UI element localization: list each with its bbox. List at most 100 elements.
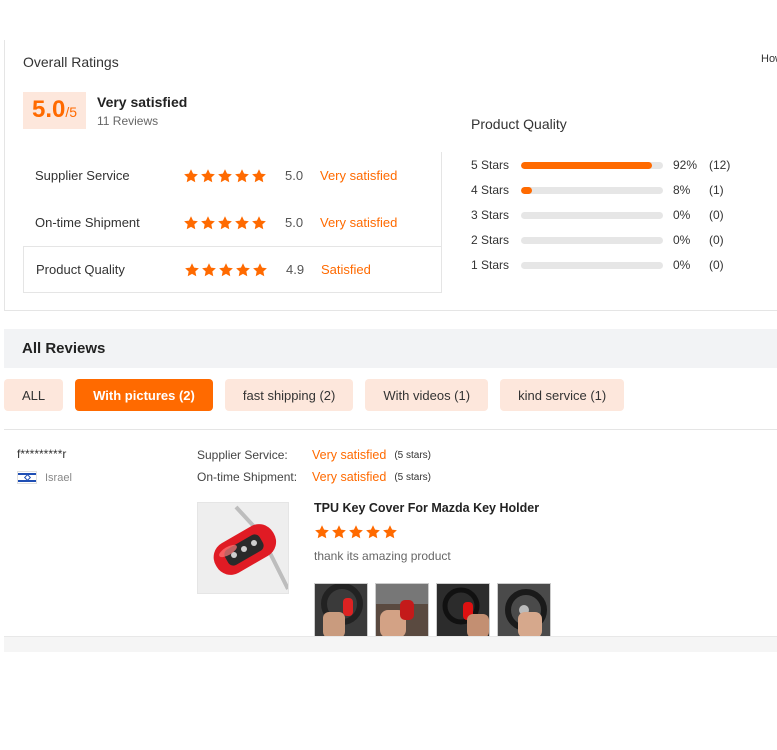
distribution-percent: 0% [673, 233, 691, 247]
dimension-score: 4.9 [286, 262, 305, 277]
overall-score-badge: 5.0 /5 [23, 92, 86, 129]
all-reviews-header: All Reviews [4, 329, 777, 368]
star-icon [234, 215, 250, 231]
star-icon [200, 168, 216, 184]
filter-fast-shipping[interactable]: fast shipping (2) [224, 379, 354, 411]
reviews-page: Overall Ratings How 5.0 /5 Very satisfie… [0, 0, 777, 750]
star-icon [382, 524, 398, 540]
filter-all[interactable]: ALL [4, 379, 64, 411]
star-icon [217, 168, 233, 184]
dimension-text: Very satisfied [320, 215, 398, 230]
country-name: Israel [45, 471, 72, 484]
star-icon [348, 524, 364, 540]
review-photo-1[interactable] [314, 583, 368, 637]
distribution-percent: 0% [673, 208, 691, 222]
star-icon [365, 524, 381, 540]
dimension-text: Satisfied [321, 262, 371, 277]
review-photo-4[interactable] [497, 583, 551, 637]
distribution-row-4: 4 Stars 8% (1) [471, 179, 761, 204]
reviewer-country: Israel [17, 471, 72, 484]
dimension-score: 5.0 [285, 215, 304, 230]
distribution-row-2: 2 Stars 0% (0) [471, 229, 761, 254]
star-icon [201, 262, 217, 278]
dimension-score: 5.0 [285, 168, 304, 183]
star-icon [200, 215, 216, 231]
reviewer-name: f*********r [17, 447, 67, 461]
dimension-row-product-quality[interactable]: Product Quality 4.9 Satisfied [23, 246, 441, 293]
star-icon [314, 524, 330, 540]
distribution-bar-fill [521, 187, 533, 194]
distribution-row-5: 5 Stars 92% (12) [471, 154, 761, 179]
distribution-count: (0) [709, 233, 724, 247]
distribution-bar [521, 162, 663, 169]
review-star-rating [314, 524, 398, 540]
star-icon [252, 262, 268, 278]
review-photo-3[interactable] [436, 583, 490, 637]
dimension-label: Supplier Service [35, 168, 130, 183]
filter-with-videos[interactable]: With videos (1) [365, 379, 489, 411]
distribution-label: 5 Stars [471, 158, 510, 172]
distribution-bar [521, 237, 663, 244]
distribution-count: (0) [709, 258, 724, 272]
shipment-rating: On-time Shipment: Very satisfied (5 star… [197, 470, 431, 484]
distribution-label: 4 Stars [471, 183, 510, 197]
star-rating [184, 262, 268, 278]
star-icon [251, 168, 267, 184]
supplier-service-stars: (5 stars) [394, 449, 432, 461]
key-cover-image [198, 503, 288, 593]
distribution-percent: 92% [673, 158, 698, 172]
israel-flag-icon [17, 471, 37, 484]
dimension-row-on-time-shipment: On-time Shipment 5.0 Very satisfied [23, 199, 441, 246]
product-name[interactable]: TPU Key Cover For Mazda Key Holder [314, 501, 539, 515]
distribution-label: 1 Stars [471, 258, 510, 272]
star-rating [183, 168, 267, 184]
product-thumbnail[interactable] [197, 502, 289, 594]
supplier-service-rating: Supplier Service: Very satisfied (5 star… [197, 448, 431, 462]
overall-satisfaction: Very satisfied [97, 94, 188, 110]
overall-score-max: /5 [65, 104, 78, 120]
distribution-row-1: 1 Stars 0% (0) [471, 254, 761, 279]
divider [4, 429, 777, 430]
star-icon [234, 168, 250, 184]
star-icon [217, 215, 233, 231]
dimension-label: On-time Shipment [35, 215, 140, 230]
review-text: thank its amazing product [314, 549, 451, 563]
shipment-stars: (5 stars) [394, 471, 432, 483]
review-photo-2[interactable] [375, 583, 429, 637]
distribution-row-3: 3 Stars 0% (0) [471, 204, 761, 229]
star-icon [251, 215, 267, 231]
review-count: 11 Reviews [97, 114, 159, 128]
distribution-label: 3 Stars [471, 208, 510, 222]
review-photos [314, 583, 551, 637]
distribution-percent: 8% [673, 183, 691, 197]
star-icon [184, 262, 200, 278]
section-footer [4, 636, 777, 652]
shipment-label: On-time Shipment: [197, 470, 298, 484]
star-icon [183, 168, 199, 184]
shipment-value: Very satisfied [312, 470, 387, 484]
corner-link[interactable]: How [761, 53, 777, 65]
review-filters: ALL With pictures (2) fast shipping (2) … [4, 379, 625, 411]
dimension-ratings: Supplier Service 5.0 Very satisfied On-t… [23, 152, 442, 293]
distribution-bar [521, 262, 663, 269]
filter-with-pictures[interactable]: With pictures (2) [75, 379, 213, 411]
star-icon [183, 215, 199, 231]
distribution-percent: 0% [673, 258, 691, 272]
distribution-count: (0) [709, 208, 724, 222]
distribution-bar [521, 187, 663, 194]
filter-kind-service[interactable]: kind service (1) [500, 379, 625, 411]
distribution-label: 2 Stars [471, 233, 510, 247]
supplier-service-value: Very satisfied [312, 448, 387, 462]
supplier-service-label: Supplier Service: [197, 448, 288, 462]
distribution-bar-fill [521, 162, 652, 169]
star-icon [235, 262, 251, 278]
dimension-label: Product Quality [36, 262, 125, 277]
product-quality-title: Product Quality [471, 116, 567, 132]
star-icon [218, 262, 234, 278]
distribution-count: (1) [709, 183, 724, 197]
distribution-count: (12) [709, 158, 731, 172]
overall-ratings-title: Overall Ratings [23, 54, 119, 70]
distribution-bar [521, 212, 663, 219]
star-icon [331, 524, 347, 540]
star-rating [183, 215, 267, 231]
